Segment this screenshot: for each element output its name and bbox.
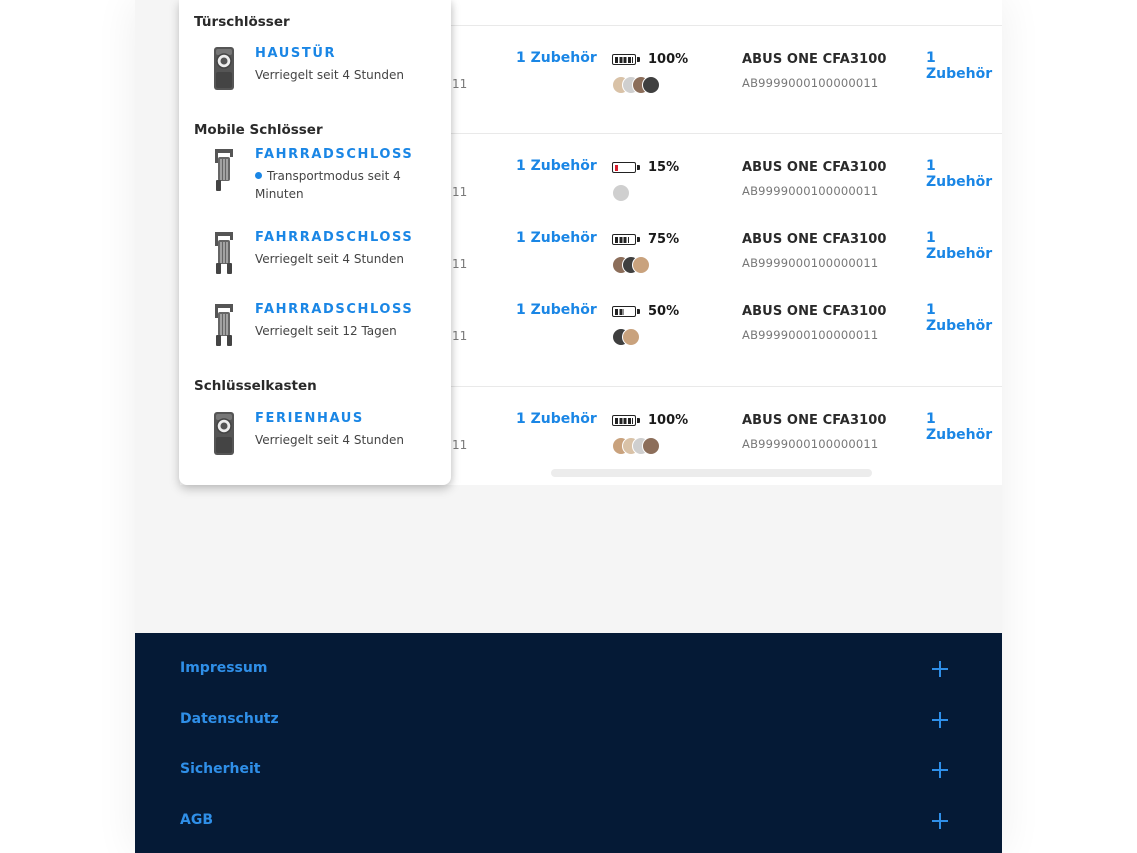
lock-status: Transportmodus seit 4 Minuten	[255, 169, 401, 201]
footer-item[interactable]: AGB	[135, 801, 1002, 841]
bike-lock-open-icon	[212, 147, 236, 197]
lock-option[interactable]: HAUSTÜR Verriegelt seit 4 Stunden	[179, 46, 451, 106]
battery-percentage: 50%	[648, 304, 680, 319]
user-avatars[interactable]	[612, 76, 692, 94]
accessory-link[interactable]: 1 Zubehör	[926, 302, 1002, 334]
lock-serial: AB9999000100000011	[742, 76, 879, 90]
lock-status: Verriegelt seit 4 Stunden	[255, 68, 404, 82]
accessory-link[interactable]: 1 Zubehör	[926, 158, 1002, 190]
lock-status: Verriegelt seit 12 Tagen	[255, 324, 397, 338]
plus-icon	[932, 661, 948, 677]
lock-model: ABUS ONE CFA3100	[742, 52, 887, 67]
plus-icon	[932, 813, 948, 829]
key-box-icon	[212, 411, 236, 461]
battery-fill	[614, 164, 618, 171]
bike-lock-icon	[212, 230, 236, 280]
lock-model: ABUS ONE CFA3100	[742, 232, 887, 247]
horizontal-scrollbar[interactable]	[551, 469, 872, 477]
battery-icon	[612, 415, 640, 426]
accessory-link[interactable]: 1 Zubehör	[516, 158, 597, 174]
lock-option[interactable]: FERIENHAUS Verriegelt seit 4 Stunden	[179, 411, 451, 471]
battery-fill	[614, 417, 633, 424]
group-title: Türschlösser	[194, 14, 290, 30]
lock-name: FAHRRADSCHLOSS	[255, 302, 414, 317]
avatar	[642, 437, 660, 455]
accessory-link[interactable]: 1 Zubehör	[516, 411, 597, 427]
footer-link: Sicherheit	[180, 761, 261, 777]
lock-option[interactable]: FAHRRADSCHLOSS Transportmodus seit 4 Minu…	[179, 147, 451, 207]
plus-icon	[932, 762, 948, 778]
footer-link: Impressum	[180, 660, 268, 676]
row-id-fragment: 11	[452, 438, 468, 452]
lock-serial: AB9999000100000011	[742, 256, 879, 270]
battery-fill	[614, 308, 624, 315]
user-avatars[interactable]	[612, 328, 692, 346]
battery-icon	[612, 306, 640, 317]
accessory-link[interactable]: 1 Zubehör	[516, 50, 597, 66]
footer-item[interactable]: Sicherheit	[135, 750, 1002, 790]
footer-link: AGB	[180, 812, 213, 828]
user-avatars[interactable]	[612, 184, 692, 202]
battery-fill	[614, 56, 633, 63]
accessory-link[interactable]: 1 Zubehör	[926, 50, 1002, 82]
row-id-fragment: 11	[452, 77, 468, 91]
lock-name: FAHRRADSCHLOSS	[255, 230, 414, 245]
avatar	[632, 256, 650, 274]
lock-name: FERIENHAUS	[255, 411, 364, 426]
battery-fill	[614, 236, 629, 243]
row-id-fragment: 11	[452, 185, 468, 199]
avatar	[642, 76, 660, 94]
battery-percentage: 15%	[648, 160, 680, 175]
lock-serial: AB9999000100000011	[742, 437, 879, 451]
avatar	[622, 328, 640, 346]
accessory-link[interactable]: 1 Zubehör	[926, 411, 1002, 443]
lock-option[interactable]: FAHRRADSCHLOSS Verriegelt seit 4 Stunden	[179, 230, 451, 290]
accessory-link[interactable]: 1 Zubehör	[926, 230, 1002, 262]
plus-icon	[932, 712, 948, 728]
lock-selector-dropdown: Türschlösser HAUSTÜR Verriegelt seit 4 Stu…	[179, 0, 451, 485]
avatar	[612, 184, 630, 202]
lock-option[interactable]: FAHRRADSCHLOSS Verriegelt seit 12 Tagen	[179, 302, 451, 362]
footer-item[interactable]: Datenschutz	[135, 700, 1002, 740]
footer-item[interactable]: Impressum	[135, 649, 1002, 689]
accessory-link[interactable]: 1 Zubehör	[516, 230, 597, 246]
accessory-link[interactable]: 1 Zubehör	[516, 302, 597, 318]
battery-icon	[612, 54, 640, 65]
lock-name: HAUSTÜR	[255, 46, 337, 61]
bike-lock-icon	[212, 302, 236, 352]
row-id-fragment: 11	[452, 257, 468, 271]
lock-serial: AB9999000100000011	[742, 184, 879, 198]
battery-icon	[612, 162, 640, 173]
group-title: Schlüsselkasten	[194, 378, 317, 394]
group-title: Mobile Schlösser	[194, 122, 323, 138]
lock-model: ABUS ONE CFA3100	[742, 160, 887, 175]
transport-mode-dot	[255, 172, 262, 179]
user-avatars[interactable]	[612, 437, 692, 455]
battery-percentage: 100%	[648, 52, 689, 67]
lock-model: ABUS ONE CFA3100	[742, 413, 887, 428]
battery-percentage: 100%	[648, 413, 689, 428]
footer-link: Datenschutz	[180, 711, 279, 727]
battery-percentage: 75%	[648, 232, 680, 247]
battery-icon	[612, 234, 640, 245]
lock-name: FAHRRADSCHLOSS	[255, 147, 414, 162]
row-id-fragment: 11	[452, 329, 468, 343]
user-avatars[interactable]	[612, 256, 692, 274]
lock-status: Verriegelt seit 4 Stunden	[255, 252, 404, 266]
door-lock-icon	[212, 46, 236, 96]
lock-model: ABUS ONE CFA3100	[742, 304, 887, 319]
lock-status: Verriegelt seit 4 Stunden	[255, 433, 404, 447]
footer: Impressum Datenschutz Sicherheit AGB	[135, 633, 1002, 853]
lock-serial: AB9999000100000011	[742, 328, 879, 342]
